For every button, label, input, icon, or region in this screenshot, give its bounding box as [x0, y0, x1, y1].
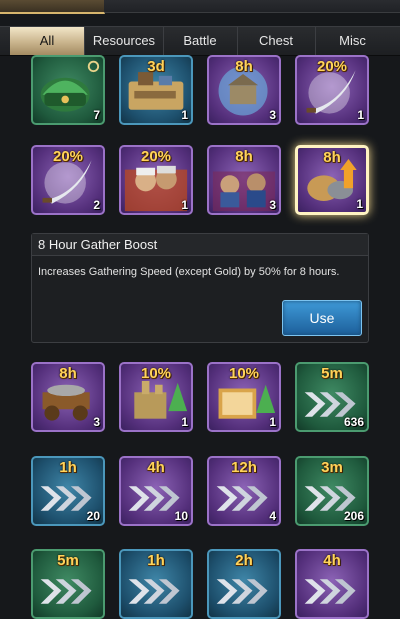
item-count: 4: [269, 509, 276, 523]
item-duration-tag: 3d: [147, 58, 165, 75]
speedup-12h-item[interactable]: 12h 4: [207, 456, 281, 526]
top-tab-4[interactable]: [296, 0, 400, 12]
item-count: 1: [269, 415, 276, 429]
item-duration-tag: 20%: [52, 148, 84, 165]
item-count: 3: [269, 198, 276, 212]
city-boost-item[interactable]: 10% 1: [119, 362, 193, 432]
tab-resources[interactable]: Resources: [85, 27, 164, 55]
speedup-1h-b-item[interactable]: 1h: [119, 549, 193, 619]
item-duration-tag: 8h: [59, 365, 77, 382]
item-duration-tag: 20%: [316, 58, 348, 75]
item-detail-panel: 8 Hour Gather Boost Increases Gathering …: [31, 233, 369, 343]
item-count: 206: [343, 509, 364, 523]
tab-all[interactable]: All: [10, 27, 85, 55]
item-detail-description: Increases Gathering Speed (except Gold) …: [38, 266, 340, 278]
item-count: 7: [93, 108, 100, 122]
use-button[interactable]: Use: [282, 300, 362, 336]
item-count: 3: [93, 415, 100, 429]
item-duration-tag: 8h: [235, 58, 253, 75]
item-duration-tag: 4h: [147, 459, 165, 476]
speedup-1h-item[interactable]: 1h 20: [31, 456, 105, 526]
item-duration-tag: 20%: [140, 148, 172, 165]
troop-march-item[interactable]: 3d 1: [119, 55, 193, 125]
tab-misc[interactable]: Misc: [315, 27, 390, 55]
top-tab-2[interactable]: [104, 0, 201, 12]
tab-battle[interactable]: Battle: [163, 27, 238, 55]
speedup-5m-b-item[interactable]: 5m: [31, 549, 105, 619]
item-count: 10: [174, 509, 188, 523]
troop-boost-item[interactable]: 20% 1: [119, 145, 193, 215]
attack-boost-20-item[interactable]: 20% 2: [31, 145, 105, 215]
speedup-4h-item[interactable]: 4h 10: [119, 456, 193, 526]
speedup-5m-item[interactable]: 5m 636: [295, 362, 369, 432]
top-tab-1[interactable]: [0, 0, 105, 14]
peace-shield-item[interactable]: 8h 3: [207, 55, 281, 125]
item-count: 1: [181, 198, 188, 212]
item-duration-tag: 8h: [235, 148, 253, 165]
top-tab-3[interactable]: [200, 0, 297, 12]
category-tabs: All Resources Battle Chest Misc: [0, 26, 400, 56]
item-count: 1: [181, 108, 188, 122]
item-count: 3: [269, 108, 276, 122]
item-count: 20: [86, 509, 100, 523]
attack-boost-item[interactable]: 20% 1: [295, 55, 369, 125]
item-count: 1: [356, 197, 363, 211]
green-chest-item[interactable]: 7: [31, 55, 105, 125]
gather-boost-item[interactable]: 8h 1: [295, 145, 369, 215]
item-detail-title: 8 Hour Gather Boost: [32, 234, 368, 256]
item-duration-tag: 3m: [321, 459, 343, 476]
item-duration-tag: 10%: [228, 365, 260, 382]
tab-chest[interactable]: Chest: [237, 27, 316, 55]
item-duration-tag: 1h: [59, 459, 77, 476]
item-count: 636: [343, 415, 364, 429]
item-duration-tag: 10%: [140, 365, 172, 382]
cart-boost-item[interactable]: 8h 3: [31, 362, 105, 432]
item-count: 1: [181, 415, 188, 429]
item-duration-tag: 2h: [235, 552, 253, 569]
item-duration-tag: 4h: [323, 552, 341, 569]
army-boost-item[interactable]: 8h 3: [207, 145, 281, 215]
item-count: 2: [93, 198, 100, 212]
item-duration-tag: 1h: [147, 552, 165, 569]
speedup-2h-item[interactable]: 2h: [207, 549, 281, 619]
item-duration-tag: 12h: [231, 459, 257, 476]
item-count: 1: [357, 108, 364, 122]
speedup-3m-item[interactable]: 3m 206: [295, 456, 369, 526]
item-duration-tag: 8h: [323, 149, 341, 166]
speedup-4h-b-item[interactable]: 4h: [295, 549, 369, 619]
item-duration-tag: 5m: [321, 365, 343, 382]
top-tab-bar: [0, 0, 400, 14]
item-duration-tag: 5m: [57, 552, 79, 569]
research-boost-item[interactable]: 10% 1: [207, 362, 281, 432]
